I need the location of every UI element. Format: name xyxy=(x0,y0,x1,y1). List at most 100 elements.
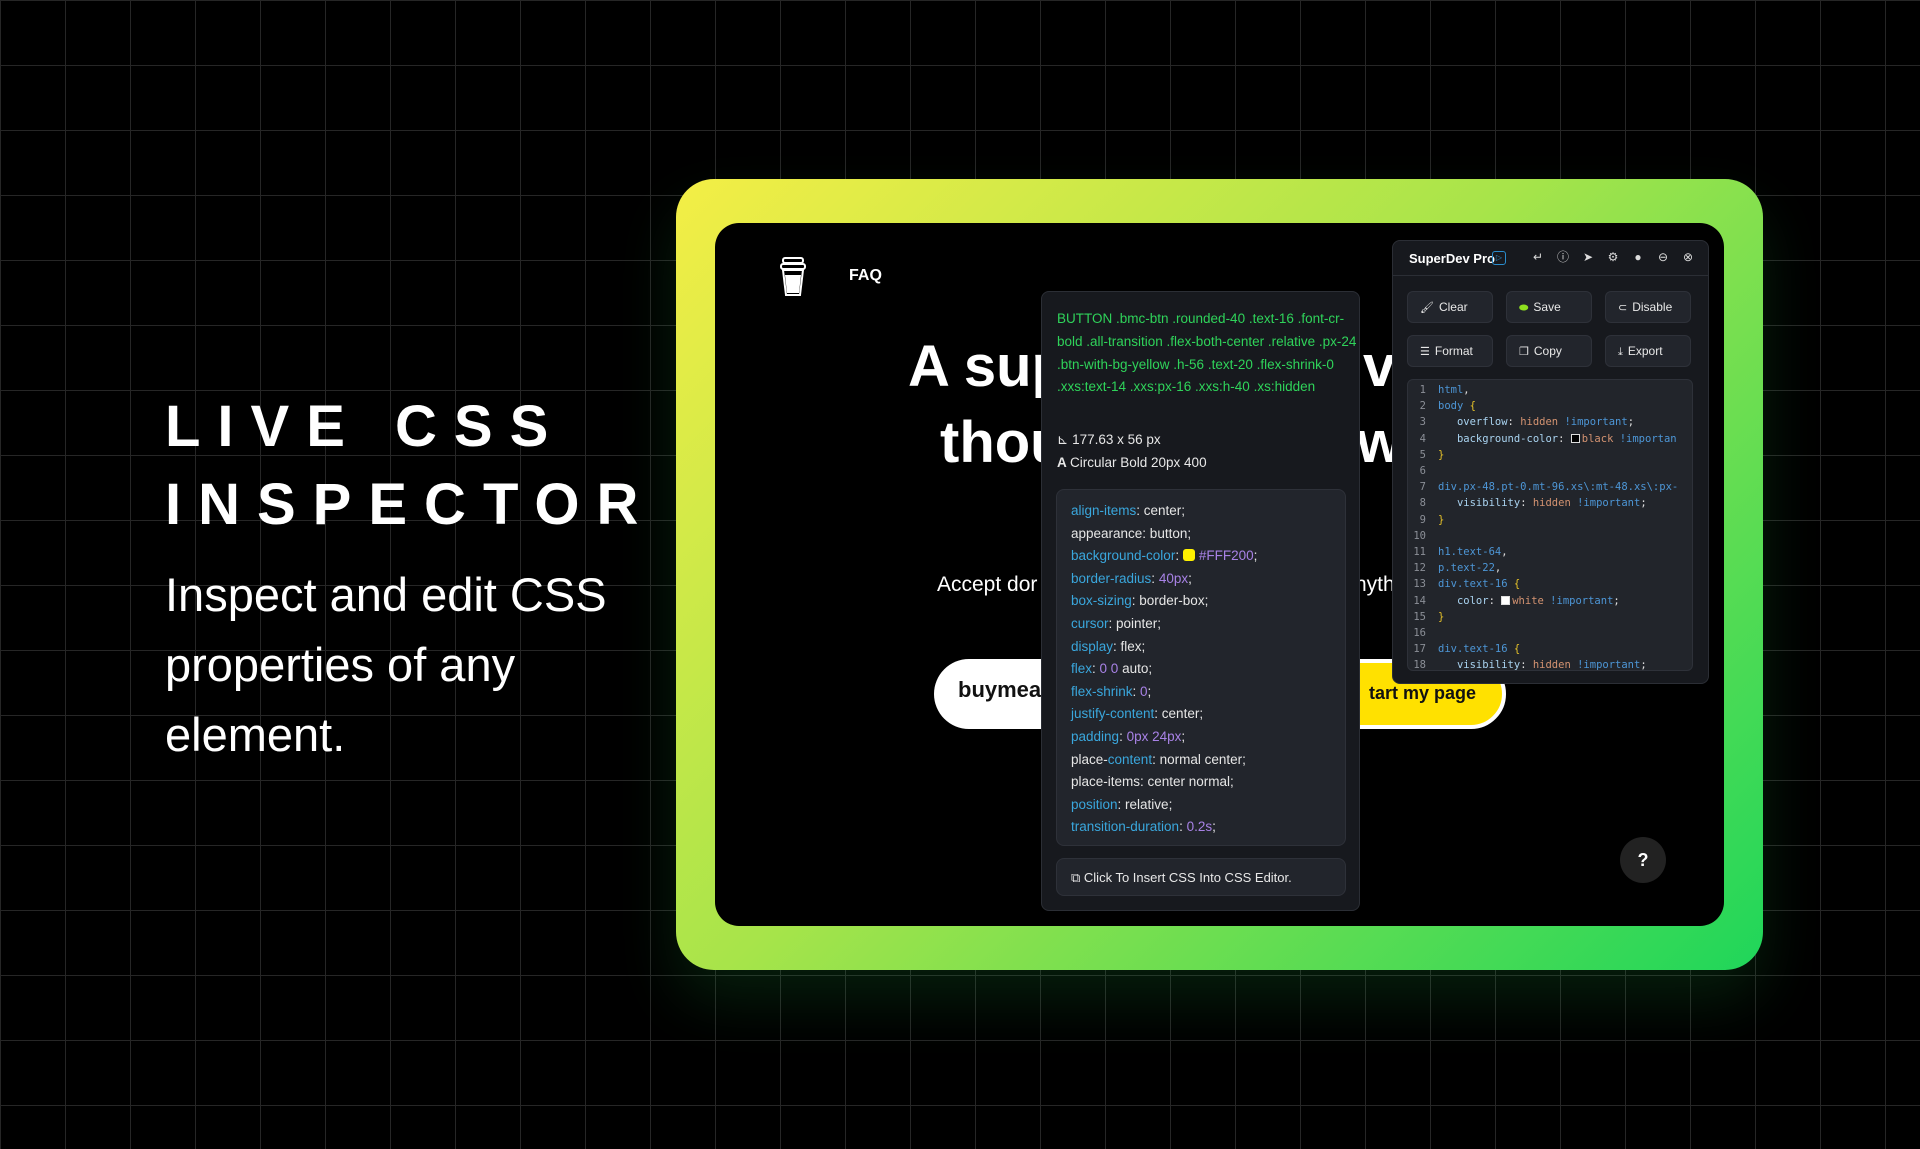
css-property-row[interactable]: background-color: #FFF200; xyxy=(1071,545,1331,568)
hero-title-line-1: LIVE CSS xyxy=(165,394,566,459)
code-text: p.text-22, xyxy=(1438,560,1501,576)
help-button[interactable]: ? xyxy=(1620,837,1666,883)
css-property-row[interactable]: padding: 0px 24px; xyxy=(1071,726,1331,749)
css-property-row[interactable]: box-sizing: border-box; xyxy=(1071,590,1331,613)
info-icon[interactable]: ⓘ xyxy=(1555,249,1571,265)
line-number: 12 xyxy=(1413,562,1426,575)
code-token: overflow xyxy=(1456,416,1508,429)
line-number: 13 xyxy=(1413,578,1426,591)
hero-title-line-2: INSPECTOR xyxy=(165,472,656,537)
toggle-off-icon: ⊂ xyxy=(1618,302,1628,314)
css-property-row[interactable]: justify-content: center; xyxy=(1071,703,1331,726)
css-editor[interactable]: 1 html, 2 body {3 overflow: hidden !importa… xyxy=(1407,379,1693,671)
code-token: hidden xyxy=(1532,497,1578,510)
css-property-row[interactable]: place-items: center normal; xyxy=(1071,771,1331,794)
code-line: 11 h1.text-64, xyxy=(1408,544,1692,560)
css-token: flex-shrink xyxy=(1071,683,1133,699)
element-selector: BUTTON .bmc-btn .rounded-40 .text-16 .fo… xyxy=(1057,311,1357,395)
css-property-row[interactable]: align-items: center; xyxy=(1071,500,1331,523)
css-token: box-sizing xyxy=(1071,593,1132,609)
code-token: white xyxy=(1512,594,1551,607)
css-token: align-items xyxy=(1071,503,1137,518)
css-token: cursor xyxy=(1071,615,1109,631)
header-actions: ↵ ⓘ ➤ ⚙ ● ⊖ ⊗ xyxy=(1530,249,1696,265)
superdev-format-button[interactable]: ☰ Format xyxy=(1407,335,1493,367)
line-number: 9 xyxy=(1419,513,1426,526)
css-property-row[interactable]: position: relative; xyxy=(1071,794,1331,817)
button-label: Copy xyxy=(1533,344,1562,358)
nav-faq-link[interactable]: FAQ xyxy=(849,267,882,285)
subheadline-part: nyth xyxy=(1355,573,1395,596)
code-text: h1.text-64, xyxy=(1438,544,1508,560)
code-line: 3 overflow: hidden !important; xyxy=(1408,414,1692,430)
font-text: Circular Bold 20px 400 xyxy=(1070,455,1207,470)
css-property-row[interactable]: flex-shrink: 0; xyxy=(1071,681,1331,704)
css-property-row[interactable]: border-radius: 40px; xyxy=(1071,568,1331,591)
code-line: 10 xyxy=(1408,528,1692,544)
button-label: Save xyxy=(1533,300,1561,314)
css-token: border-radius xyxy=(1071,570,1152,586)
line-number: 1 xyxy=(1419,384,1426,396)
superdev-save-button[interactable]: ⬬ Save xyxy=(1506,291,1592,323)
css-property-row[interactable]: place-content: normal center; xyxy=(1071,749,1331,772)
color-swatch[interactable] xyxy=(1570,433,1580,443)
code-token: !important xyxy=(1550,594,1614,607)
code-line: 2 body { xyxy=(1408,398,1692,414)
send-icon[interactable]: ➤ xyxy=(1580,249,1596,265)
css-token: ; xyxy=(1212,819,1216,835)
code-line: 6 xyxy=(1408,463,1692,479)
css-property-row[interactable]: flex: 0 0 auto; xyxy=(1071,658,1331,681)
code-token: !important xyxy=(1564,416,1628,429)
code-token: } xyxy=(1438,610,1445,623)
align-left-icon: ☰ xyxy=(1420,346,1430,358)
code-token: color xyxy=(1456,594,1489,607)
css-property-row[interactable]: appearance: button; xyxy=(1071,523,1331,546)
code-text: visibility: hidden !important; xyxy=(1438,495,1647,511)
close-icon[interactable]: ⊗ xyxy=(1680,249,1696,265)
css-token: place- xyxy=(1071,751,1108,767)
css-token: 0 xyxy=(1140,683,1148,699)
code-line: 16 xyxy=(1408,625,1692,641)
css-properties-list: align-items: center; appearance: button; b… xyxy=(1056,489,1346,846)
color-swatch[interactable] xyxy=(1501,595,1511,605)
css-token: content xyxy=(1107,751,1153,767)
code-text: color: white !important; xyxy=(1438,593,1620,609)
superdev-disable-button[interactable]: ⊂ Disable xyxy=(1605,291,1691,323)
css-property-row[interactable]: display: flex; xyxy=(1071,636,1331,659)
code-line: 15} xyxy=(1408,609,1692,625)
superdev-copy-button[interactable]: ❐ Copy xyxy=(1506,335,1592,367)
css-token: display xyxy=(1071,638,1114,654)
inspector-tooltip: BUTTON .bmc-btn .rounded-40 .text-16 .fo… xyxy=(1041,291,1360,911)
superdev-export-button[interactable]: ⤓ Export xyxy=(1605,335,1691,367)
css-token: background-color xyxy=(1071,548,1176,564)
gear-icon[interactable]: ⚙ xyxy=(1605,249,1621,265)
superdev-clear-button[interactable]: 🖌 Clear xyxy=(1407,291,1493,323)
line-number: 8 xyxy=(1419,497,1426,510)
css-token: position xyxy=(1071,796,1118,812)
enter-icon[interactable]: ↵ xyxy=(1530,249,1546,265)
line-number: 2 xyxy=(1419,400,1426,413)
minimize-icon[interactable]: ⊖ xyxy=(1655,249,1671,265)
css-token: : center; xyxy=(1136,503,1186,518)
css-property-row[interactable]: transition-duration: 0.2s; xyxy=(1071,816,1331,839)
code-token: hidden xyxy=(1532,659,1578,671)
font-icon: A xyxy=(1057,455,1070,470)
copy-icon: ❐ xyxy=(1519,346,1529,358)
css-token: place-items: center normal; xyxy=(1071,774,1234,790)
css-property-row[interactable]: cursor: pointer; xyxy=(1071,613,1331,636)
line-number: 10 xyxy=(1413,529,1426,542)
fire-icon[interactable]: ● xyxy=(1630,249,1646,265)
color-swatch[interactable] xyxy=(1182,549,1195,562)
button-label: Clear xyxy=(1438,300,1468,314)
css-token: : border-box; xyxy=(1131,593,1209,609)
css-token: padding xyxy=(1071,728,1120,744)
insert-css-button[interactable]: ⧉ Click To Insert CSS Into CSS Editor. xyxy=(1056,858,1346,896)
css-token: 0 0 xyxy=(1099,661,1119,677)
superdev-title: SuperDev Pro xyxy=(1409,251,1495,266)
code-token: { xyxy=(1513,578,1521,591)
code-token: hidden xyxy=(1520,416,1565,429)
insert-css-label: Click To Insert CSS Into CSS Editor. xyxy=(1083,870,1292,885)
code-line: 18 visibility: hidden !important; xyxy=(1408,657,1692,671)
